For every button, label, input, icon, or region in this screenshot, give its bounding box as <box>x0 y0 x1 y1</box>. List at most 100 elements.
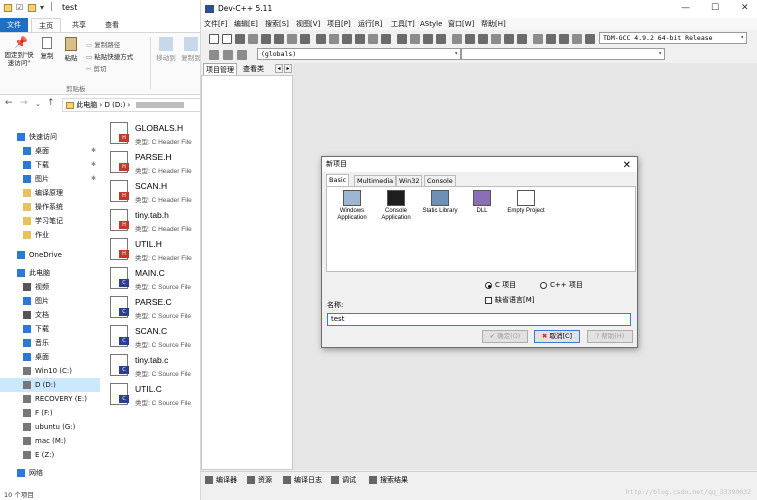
c-project-radio[interactable]: C 项目 <box>485 281 516 290</box>
toolbar-button[interactable] <box>585 34 595 44</box>
toolbar-button[interactable] <box>223 50 233 60</box>
tab-console[interactable]: Console <box>424 175 456 186</box>
up-arrow-icon[interactable]: ↑ <box>47 98 55 108</box>
nav-item[interactable]: F (F:) <box>0 406 100 420</box>
menu-item[interactable]: 文件[F] <box>204 18 228 30</box>
move-to-button[interactable]: 移动到 <box>154 37 178 62</box>
toolbar-button[interactable] <box>237 50 247 60</box>
toolbar-button[interactable] <box>316 34 326 44</box>
toolbar-button[interactable] <box>478 34 488 44</box>
toolbar-button[interactable] <box>423 34 433 44</box>
file-item[interactable]: H UTIL.H 类型: C Header File <box>104 236 200 265</box>
folder-icon[interactable] <box>28 4 36 12</box>
menu-item[interactable]: 搜索[S] <box>265 18 289 30</box>
tab-class-view[interactable]: 查看类 <box>241 63 266 75</box>
tab-project-manager[interactable]: 项目管理 <box>203 63 237 75</box>
chevron-left-icon[interactable]: ◂ <box>275 64 283 73</box>
toolbar-button[interactable] <box>235 34 245 44</box>
toolbar-button[interactable] <box>504 34 514 44</box>
toolbar-button[interactable] <box>517 34 527 44</box>
copy-path-button[interactable]: ▭ 复制路径 <box>86 39 120 49</box>
minimize-icon[interactable]: — <box>681 3 690 13</box>
nav-item[interactable]: 此电脑 <box>0 266 100 280</box>
toolbar-button[interactable] <box>465 34 475 44</box>
toolbar-button[interactable] <box>368 34 378 44</box>
bottom-tab[interactable]: 调试 <box>331 475 356 485</box>
file-item[interactable]: Htiny.tab.h 类型: C Header File <box>104 207 200 236</box>
bottom-tab[interactable]: 资源 <box>247 475 272 485</box>
nav-item[interactable]: 快速访问 <box>0 130 100 144</box>
toolbar-button[interactable] <box>342 34 352 44</box>
tab-view[interactable]: 查看 <box>97 18 127 32</box>
file-item[interactable]: H SCAN.H 类型: C Header File <box>104 178 200 207</box>
nav-item[interactable]: RECOVERY (E:) <box>0 392 100 406</box>
toolbar-button[interactable] <box>222 34 232 44</box>
cut-button[interactable]: ✂ 剪切 <box>86 63 107 73</box>
menu-item[interactable]: 项目[P] <box>327 18 351 30</box>
compiler-select[interactable]: TDM-GCC 4.9.2 64-bit Release ▾ <box>599 32 747 44</box>
close-icon[interactable]: ✕ <box>741 3 749 13</box>
project-panel[interactable] <box>201 75 293 470</box>
maximize-icon[interactable]: ☐ <box>711 3 719 13</box>
toolbar-button[interactable] <box>572 34 582 44</box>
file-item[interactable]: H GLOBALS.H 类型: C Header File <box>104 120 200 149</box>
project-template[interactable]: Windows Application <box>330 190 374 222</box>
nav-item[interactable]: 学习笔记 <box>0 214 100 228</box>
file-item[interactable]: C SCAN.C 类型: C Source File <box>104 323 200 352</box>
tab-home[interactable]: 主页 <box>31 18 61 32</box>
file-item[interactable]: H PARSE.H 类型: C Header File <box>104 149 200 178</box>
nav-item[interactable]: 桌面 ✱ <box>0 144 100 158</box>
check-icon[interactable]: ☑ <box>16 3 23 12</box>
nav-item[interactable]: 编译原理 <box>0 186 100 200</box>
tab-share[interactable]: 共享 <box>64 18 94 32</box>
toolbar-button[interactable] <box>287 34 297 44</box>
toolbar-button[interactable] <box>329 34 339 44</box>
nav-item[interactable]: 桌面 <box>0 350 100 364</box>
file-item[interactable]: C UTIL.C 类型: C Source File <box>104 381 200 410</box>
file-item[interactable]: Ctiny.tab.c 类型: C Source File <box>104 352 200 381</box>
scope-select[interactable]: (globals) ▾ <box>257 48 461 60</box>
nav-item[interactable]: 作业 <box>0 228 100 242</box>
nav-item[interactable]: OneDrive <box>0 248 100 262</box>
toolbar-button[interactable] <box>533 34 543 44</box>
copy-button[interactable]: 复制 <box>38 37 56 60</box>
bottom-tab[interactable]: 搜索结果 <box>369 475 408 485</box>
toolbar-button[interactable] <box>355 34 365 44</box>
menu-item[interactable]: 工具[T] <box>391 18 415 30</box>
menu-item[interactable]: 帮助[H] <box>481 18 506 30</box>
nav-item[interactable]: 文档 <box>0 308 100 322</box>
nav-item[interactable]: mac (M:) <box>0 434 100 448</box>
copy-to-button[interactable]: 复制到 <box>179 37 200 62</box>
pin-quick-access-button[interactable]: 📌 固定到"快速访问" <box>2 37 36 68</box>
nav-item[interactable]: 网络 <box>0 466 100 480</box>
nav-item[interactable]: D (D:) <box>0 378 100 392</box>
toolbar-button[interactable] <box>209 34 219 44</box>
menu-item[interactable]: 窗口[W] <box>448 18 474 30</box>
toolbar-button[interactable] <box>381 34 391 44</box>
project-template[interactable]: Empty Project <box>504 190 548 215</box>
nav-item[interactable]: 图片 ✱ <box>0 172 100 186</box>
toolbar-button[interactable] <box>452 34 462 44</box>
toolbar-button[interactable] <box>261 34 271 44</box>
nav-item[interactable]: 视频 <box>0 280 100 294</box>
toolbar-button[interactable] <box>300 34 310 44</box>
chevron-down-icon[interactable]: ▾ <box>40 3 44 12</box>
back-arrow-icon[interactable]: ← <box>5 98 13 108</box>
chevron-right-icon[interactable]: ▸ <box>284 64 292 73</box>
file-item[interactable]: C MAIN.C 类型: C Source File <box>104 265 200 294</box>
menu-item[interactable]: 运行[R] <box>358 18 382 30</box>
project-template[interactable]: Static Library <box>418 190 462 215</box>
forward-arrow-icon[interactable]: → <box>20 98 28 108</box>
file-item[interactable]: C PARSE.C 类型: C Source File <box>104 294 200 323</box>
nav-item[interactable]: E (Z:) <box>0 448 100 462</box>
toolbar-button[interactable] <box>209 50 219 60</box>
nav-item[interactable]: 下载 ✱ <box>0 158 100 172</box>
toolbar-button[interactable] <box>559 34 569 44</box>
tab-multimedia[interactable]: Multimedia <box>354 175 397 186</box>
menu-item[interactable]: AStyle <box>420 18 442 30</box>
close-icon[interactable]: ✕ <box>623 158 631 173</box>
paste-button[interactable]: 粘贴 <box>60 37 82 62</box>
ok-button[interactable]: ✔ 确定(O) <box>482 330 528 343</box>
toolbar-button[interactable] <box>274 34 284 44</box>
tab-basic[interactable]: Basic <box>326 174 350 186</box>
